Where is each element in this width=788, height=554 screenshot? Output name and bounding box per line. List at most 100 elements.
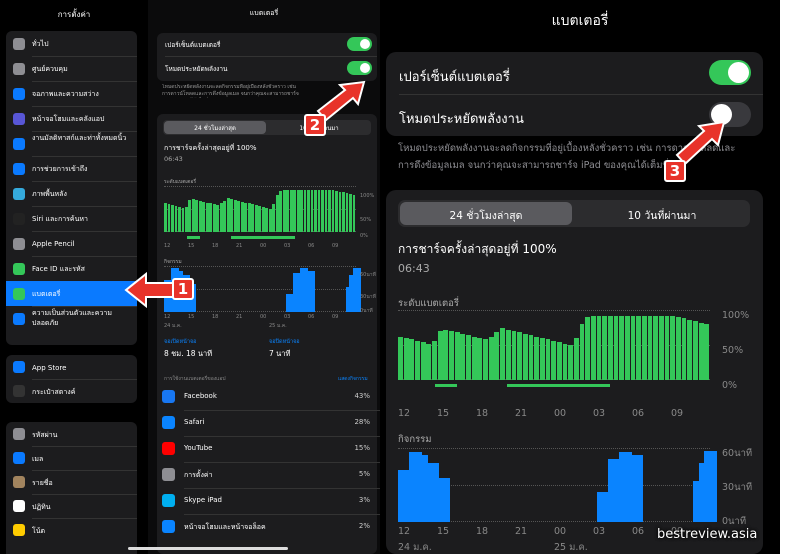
x-tick: 06 bbox=[632, 526, 645, 537]
app-usage-row[interactable]: Skype iPad 3% bbox=[148, 488, 380, 514]
battery-bar bbox=[338, 192, 342, 232]
x-tick: 12 bbox=[398, 408, 411, 419]
sidebar-item-label: การช่วยการเข้าถึง bbox=[32, 165, 88, 173]
sidebar-item[interactable]: ทั่วไป bbox=[6, 31, 137, 56]
show-activity-link[interactable]: แสดงกิจกรรม bbox=[338, 375, 368, 383]
battery-bar bbox=[676, 317, 681, 380]
date-label-2: 25 ม.ค. bbox=[269, 323, 287, 329]
sidebar-item[interactable]: ภาพพื้นหลัง bbox=[6, 181, 137, 206]
activity-label: กิจกรรม bbox=[164, 259, 182, 265]
app-percent: 2% bbox=[358, 522, 370, 530]
activity-bar bbox=[307, 271, 316, 312]
sidebar-item[interactable]: กระเป๋าสตางค์ bbox=[6, 379, 137, 403]
battery-bar bbox=[647, 316, 653, 380]
x-tick: 00 bbox=[554, 408, 567, 419]
sidebar-item[interactable]: แบตเตอรี่ bbox=[6, 281, 137, 306]
sidebar-item[interactable]: App Store bbox=[6, 355, 137, 379]
appstore-icon bbox=[13, 361, 25, 373]
battery-bar bbox=[483, 339, 488, 380]
battery-bar bbox=[590, 316, 596, 380]
charging-marker bbox=[187, 236, 201, 239]
toggle-card: เปอร์เซ็นต์แบตเตอรี่ โหมดประหยัดพลังงาน bbox=[157, 33, 377, 81]
last-charge-time: 06:43 bbox=[398, 262, 430, 275]
tab-last-10-days[interactable]: 10 วันที่ผ่านมา bbox=[576, 207, 748, 224]
battery-bar bbox=[300, 190, 303, 232]
battery-bar bbox=[251, 204, 255, 232]
sidebar-item-label: ปฏิทิน bbox=[32, 502, 51, 511]
app-name: YouTube bbox=[184, 444, 213, 452]
battery-level-chart bbox=[164, 186, 356, 240]
tab-last-24h[interactable]: 24 ชั่วโมงล่าสุด bbox=[400, 207, 572, 224]
low-power-mode-toggle[interactable] bbox=[347, 61, 372, 75]
app-usage-row[interactable]: Safari 28% bbox=[148, 410, 380, 436]
battery-bar bbox=[698, 323, 704, 380]
sidebar-item[interactable]: โน้ต bbox=[6, 518, 137, 542]
sidebar-item-label: งานมัลติทาสก์และท่าทั้งหมดนิ้ว bbox=[32, 134, 127, 142]
battery-bar bbox=[230, 199, 234, 232]
battery-bar bbox=[237, 201, 241, 232]
sidebar-item[interactable]: งานมัลติทาสก์และท่าทั้งหมดนิ้ว bbox=[6, 131, 137, 156]
youtube-icon bbox=[162, 442, 175, 455]
sidebar-item[interactable]: Apple Pencil bbox=[6, 231, 137, 256]
x-tick: 21 bbox=[515, 526, 528, 537]
battery-bar bbox=[437, 331, 443, 380]
battery-bar bbox=[212, 204, 216, 232]
pencil-icon bbox=[13, 237, 25, 250]
low-power-mode-label: โหมดประหยัดพลังงาน bbox=[165, 65, 228, 73]
battery-bar bbox=[268, 209, 272, 232]
range-segmented-control[interactable]: 24 ชั่วโมงล่าสุด 10 วันที่ผ่านมา bbox=[398, 200, 750, 227]
sidebar-item[interactable]: จอภาพและความสว่าง bbox=[6, 81, 137, 106]
battery-bar bbox=[579, 324, 585, 380]
x-tick: 03 bbox=[593, 408, 606, 419]
page-title: แบตเตอรี่ bbox=[249, 9, 279, 17]
sidebar-item[interactable]: เมล bbox=[6, 446, 137, 470]
sidebar-item[interactable]: ความเป็นส่วนตัวและความปลอดภัย bbox=[6, 306, 137, 331]
battery-bar bbox=[202, 202, 206, 232]
battery-bar bbox=[420, 342, 426, 380]
battery-bar bbox=[568, 345, 574, 380]
sidebar-item[interactable]: หน้าจอโฮมและคลังแอป bbox=[6, 106, 137, 131]
app-usage-row[interactable]: หน้าจอโฮมและหน้าจอล็อค 2% bbox=[148, 514, 380, 540]
battery-percentage-toggle[interactable] bbox=[709, 60, 751, 85]
battery-bar bbox=[286, 190, 290, 232]
battery-bar bbox=[505, 330, 511, 380]
sidebar-item[interactable]: รหัสผ่าน bbox=[6, 422, 137, 446]
battery-bar bbox=[466, 335, 471, 380]
app-usage-row[interactable]: การตั้งค่า 5% bbox=[148, 462, 380, 488]
sidebar-item[interactable]: Face ID และรหัส bbox=[6, 256, 137, 281]
x-tick: 06 bbox=[308, 243, 315, 249]
battery-bar bbox=[585, 317, 591, 380]
sidebar-item[interactable]: Siri และการค้นหา bbox=[6, 206, 137, 231]
sidebar-item-label: จอภาพและความสว่าง bbox=[32, 90, 99, 98]
battery-bar bbox=[403, 338, 409, 380]
sidebar-item[interactable]: ศูนย์ควบคุม bbox=[6, 56, 137, 81]
x-tick: 18 bbox=[476, 408, 489, 419]
battery-percentage-toggle[interactable] bbox=[347, 37, 372, 51]
x-tick: 09 bbox=[332, 314, 339, 320]
last-charge-time: 06:43 bbox=[164, 155, 183, 163]
app-percent: 15% bbox=[354, 444, 370, 452]
app-usage-list: Facebook 43% Safari 28% YouTube 15% การตั้งค่า… bbox=[148, 384, 380, 554]
sidebar-item[interactable]: การช่วยการเข้าถึง bbox=[6, 156, 137, 181]
x-tick: 09 bbox=[332, 243, 339, 249]
battery-bar bbox=[619, 316, 625, 380]
x-tick: 06 bbox=[308, 314, 315, 320]
battery-bar bbox=[488, 337, 494, 380]
low-power-mode-label: โหมดประหยัดพลังงาน bbox=[399, 112, 524, 127]
battery-bar bbox=[539, 338, 545, 380]
sidebar-item[interactable]: ปฏิทิน bbox=[6, 494, 137, 518]
tab-last-24h[interactable]: 24 ชั่วโมงล่าสุด bbox=[164, 123, 266, 133]
battery-bar bbox=[477, 338, 483, 380]
x-tick: 18 bbox=[212, 314, 219, 320]
battery-bar bbox=[500, 328, 505, 380]
sidebar-item-label: หน้าจอโฮมและคลังแอป bbox=[32, 115, 105, 123]
battery-bar bbox=[321, 190, 324, 232]
contacts-icon bbox=[13, 476, 25, 488]
date-label-1: 24 ม.ค. bbox=[398, 542, 432, 553]
battery-bar bbox=[528, 335, 534, 380]
sidebar-item[interactable]: รายชื่อ bbox=[6, 470, 137, 494]
app-usage-row[interactable]: YouTube 15% bbox=[148, 436, 380, 462]
x-tick: 21 bbox=[236, 314, 243, 320]
app-usage-row[interactable]: Facebook 43% bbox=[148, 384, 380, 410]
battery-level-chart bbox=[398, 310, 710, 387]
